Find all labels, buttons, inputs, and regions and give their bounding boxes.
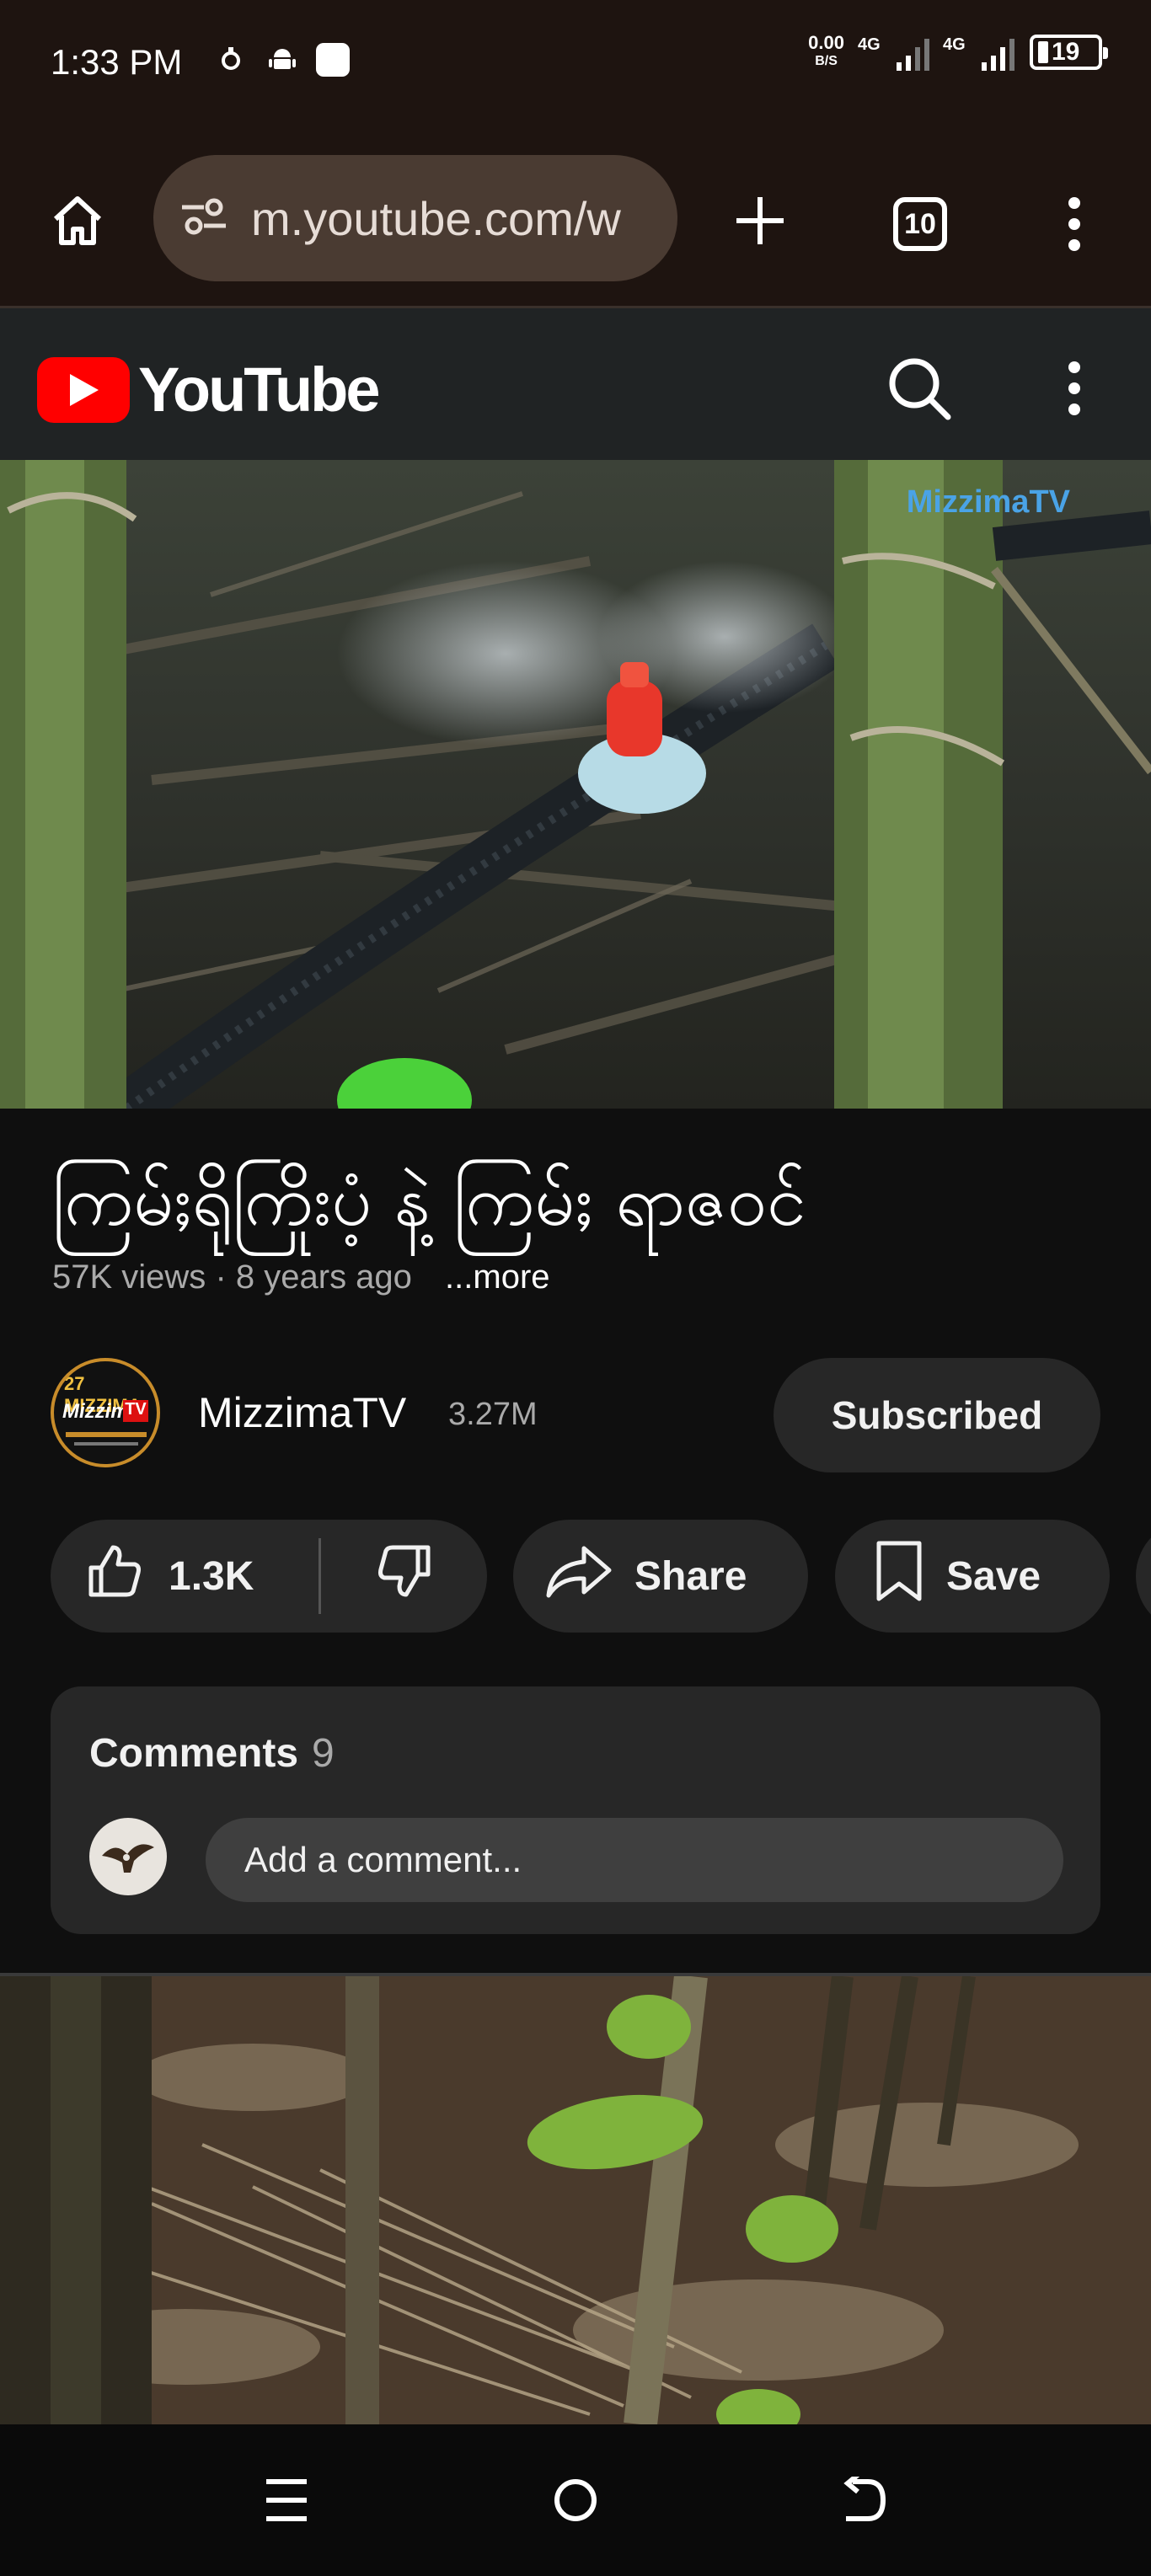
status-time: 1:33 PM: [51, 42, 183, 82]
channel-name[interactable]: MizzimaTV: [198, 1388, 406, 1437]
comments-count: 9: [312, 1731, 335, 1776]
signal-1-icon: 4G: [858, 34, 929, 71]
avatar-badge: TV: [123, 1400, 148, 1422]
comments-title: Comments: [89, 1731, 299, 1776]
like-button[interactable]: 1.3K: [51, 1520, 319, 1633]
new-tab-icon[interactable]: [726, 187, 794, 254]
video-title[interactable]: ကြမ်ႈရိုကြိုးပံ့ နဲ့ ကြမ်ႈ ရာဇဝင်: [52, 1156, 806, 1260]
browser-menu-icon[interactable]: [1053, 190, 1095, 258]
channel-watermark: MizzimaTV: [907, 484, 1071, 520]
status-right-group: 0.00 B/S 4G 4G 19: [808, 34, 1108, 71]
youtube-menu-icon[interactable]: [1053, 350, 1095, 426]
subscribed-button[interactable]: Subscribed: [774, 1358, 1100, 1472]
comments-heading: Comments 9: [89, 1730, 335, 1777]
home-icon[interactable]: [44, 187, 111, 254]
signal-2-icon: 4G: [943, 34, 1014, 71]
upload-age: 8 years ago: [235, 1259, 412, 1296]
save-button[interactable]: Save: [835, 1520, 1110, 1633]
channel-avatar[interactable]: 27 MIZZIMA Mizzima TV: [51, 1358, 160, 1467]
more-actions-button[interactable]: [1136, 1520, 1151, 1633]
network-2-label: 4G: [943, 35, 966, 54]
battery-level: 19: [1052, 38, 1080, 66]
tab-switcher-button[interactable]: 10: [886, 190, 954, 258]
network-speed-value: 0.00: [808, 32, 844, 53]
recent-apps-icon[interactable]: [253, 2466, 320, 2534]
youtube-logo-text: YouTube: [138, 355, 381, 425]
browser-toolbar: m.youtube.com/w 10: [0, 131, 1151, 308]
share-button[interactable]: Share: [513, 1520, 808, 1633]
back-icon[interactable]: [831, 2466, 898, 2534]
like-count: 1.3K: [169, 1553, 254, 1599]
share-label: Share: [634, 1553, 747, 1599]
subscriber-count: 3.27M: [448, 1397, 538, 1432]
comments-section[interactable]: Comments 9 Add a comment...: [51, 1686, 1100, 1934]
battery-icon: 19: [1030, 35, 1108, 70]
thumbs-down-icon: [374, 1541, 435, 1611]
next-video-frame: [0, 1976, 1151, 2424]
network-speed: 0.00 B/S: [808, 34, 844, 71]
meta-separator: ·: [215, 1259, 227, 1296]
url-text[interactable]: m.youtube.com/w: [251, 191, 621, 246]
search-icon[interactable]: [881, 350, 957, 426]
status-bar: 1:33 PM 0.00 B/S 4G 4G 19: [0, 0, 1151, 131]
next-video-thumbnail[interactable]: [0, 1976, 1151, 2424]
thumbs-up-icon: [84, 1541, 145, 1611]
channel-row: 27 MIZZIMA Mizzima TV MizzimaTV 3.27M Su…: [51, 1358, 1100, 1476]
more-link[interactable]: ...more: [445, 1259, 549, 1296]
video-info-panel: ကြမ်ႈရိုကြိုးပံ့ နဲ့ ကြမ်ႈ ရာဇဝင် 57K vi…: [0, 1109, 1151, 1978]
home-nav-icon[interactable]: [542, 2466, 609, 2534]
system-nav-bar: [0, 2424, 1151, 2576]
bookmark-icon: [874, 1540, 924, 1612]
save-label: Save: [946, 1553, 1041, 1599]
youtube-logo[interactable]: YouTube: [37, 354, 381, 425]
url-bar[interactable]: m.youtube.com/w: [153, 155, 677, 281]
dislike-button[interactable]: [321, 1520, 487, 1633]
video-frame: MizzimaTV: [0, 460, 1151, 1109]
video-player[interactable]: MizzimaTV: [0, 460, 1151, 1109]
tab-count: 10: [893, 197, 947, 251]
view-count: 57K views: [52, 1259, 206, 1296]
like-dislike-group: 1.3K: [51, 1520, 487, 1633]
add-comment-field[interactable]: Add a comment...: [206, 1818, 1063, 1902]
youtube-play-icon: [37, 356, 130, 423]
video-meta[interactable]: 57K views · 8 years ago ...more: [52, 1259, 550, 1296]
user-avatar: [89, 1818, 167, 1895]
network-1-label: 4G: [858, 35, 881, 54]
site-settings-icon[interactable]: [179, 195, 229, 242]
network-speed-unit: B/S: [815, 54, 838, 68]
app-square-icon: [315, 42, 351, 77]
youtube-header: YouTube: [0, 308, 1151, 460]
android-icon: [268, 45, 297, 74]
share-icon: [545, 1543, 613, 1609]
notification-icon: [221, 45, 241, 71]
action-bar: 1.3K Share Save: [51, 1520, 1151, 1633]
